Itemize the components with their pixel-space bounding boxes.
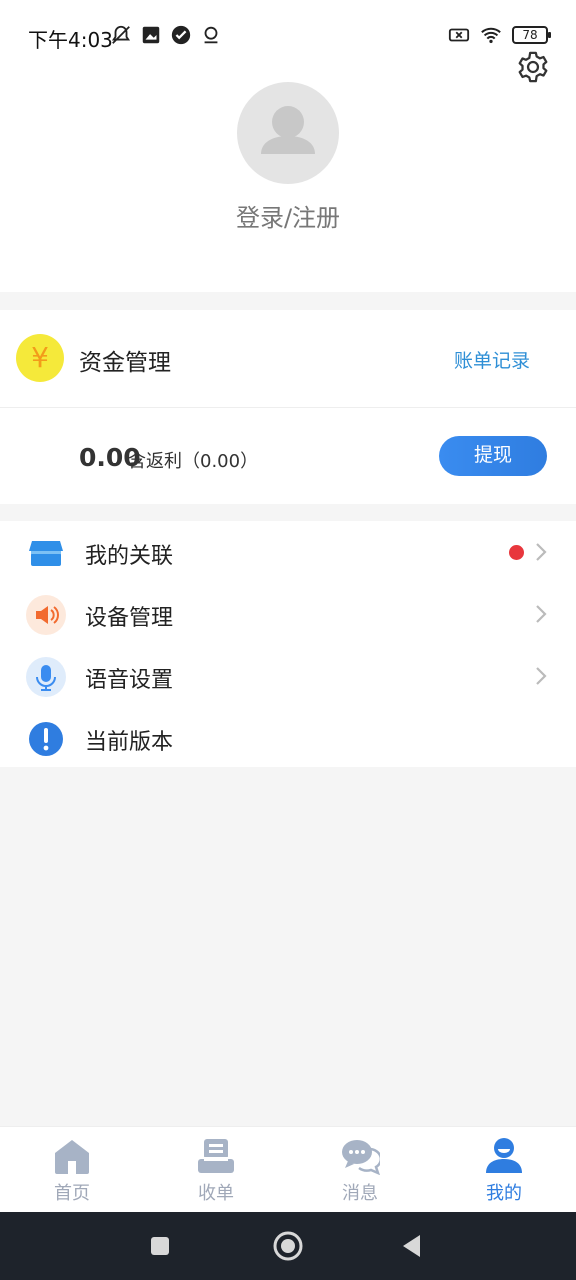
tab-mine[interactable]: 我的 [432, 1127, 576, 1213]
location-icon [204, 26, 218, 44]
avatar[interactable] [237, 82, 339, 184]
tab-label: 首页 [54, 1183, 90, 1204]
menu-label: 设备管理 [85, 606, 174, 631]
back-icon[interactable] [396, 1230, 428, 1262]
rebate-text: 含返利（0.00） [128, 451, 259, 472]
withdraw-button[interactable]: 提现 [439, 436, 547, 476]
status-system-icons: 78 [448, 24, 551, 46]
speaker-icon [26, 595, 66, 635]
recent-apps-icon[interactable] [144, 1230, 176, 1262]
menu-item-devices[interactable]: 设备管理 [0, 583, 576, 645]
check-circle-icon [171, 25, 191, 45]
login-register-link[interactable]: 登录/注册 [0, 198, 576, 233]
menu-item-voice[interactable]: 语音设置 [0, 645, 576, 707]
menu-label: 语音设置 [85, 668, 174, 693]
menu-item-version[interactable]: 当前版本 [0, 707, 576, 769]
chevron-right-icon [536, 543, 547, 561]
wifi-icon [481, 27, 501, 44]
user-icon [486, 1138, 522, 1173]
register-icon [198, 1139, 234, 1173]
menu-label: 当前版本 [85, 730, 174, 755]
tab-orders[interactable]: 收单 [144, 1127, 288, 1213]
menu-list: 我的关联 设备管理 语音设置 当前版本 [0, 521, 576, 767]
default-user-icon [261, 106, 315, 154]
notification-badge [509, 545, 524, 560]
microphone-icon [26, 657, 66, 697]
funds-header: ¥ 资金管理 账单记录 [0, 310, 576, 408]
menu-item-associations[interactable]: 我的关联 [0, 521, 576, 583]
gear-icon[interactable] [516, 50, 550, 84]
menu-label: 我的关联 [85, 544, 174, 569]
tab-label: 消息 [342, 1183, 378, 1204]
system-nav-bar [0, 1212, 576, 1280]
status-notification-icons [110, 24, 222, 46]
status-bar: 下午4:03 78 [0, 0, 576, 72]
bill-records-link[interactable]: 账单记录 [454, 346, 530, 373]
image-icon [142, 26, 160, 44]
yen-icon: ¥ [16, 334, 64, 382]
info-icon [29, 722, 63, 756]
chat-icon [342, 1140, 380, 1175]
status-time: 下午4:03 [28, 28, 113, 52]
chevron-right-icon [536, 605, 547, 623]
tab-label: 我的 [486, 1183, 522, 1204]
sim-off-icon [448, 28, 470, 42]
tab-home[interactable]: 首页 [0, 1127, 144, 1213]
funds-card: ¥ 资金管理 账单记录 0.00 含返利（0.00） 提现 [0, 310, 576, 504]
home-button-icon[interactable] [272, 1230, 304, 1262]
home-icon [55, 1140, 89, 1174]
bottom-tab-bar: 首页 收单 消息 我的 [0, 1126, 576, 1212]
battery-icon: 78 [512, 26, 551, 44]
funds-title: 资金管理 [79, 350, 171, 376]
store-icon [29, 541, 63, 566]
tab-messages[interactable]: 消息 [288, 1127, 432, 1213]
chevron-right-icon [536, 667, 547, 685]
tab-label: 收单 [198, 1183, 234, 1204]
mute-icon [111, 25, 131, 44]
profile-header: 登录/注册 [0, 51, 576, 292]
